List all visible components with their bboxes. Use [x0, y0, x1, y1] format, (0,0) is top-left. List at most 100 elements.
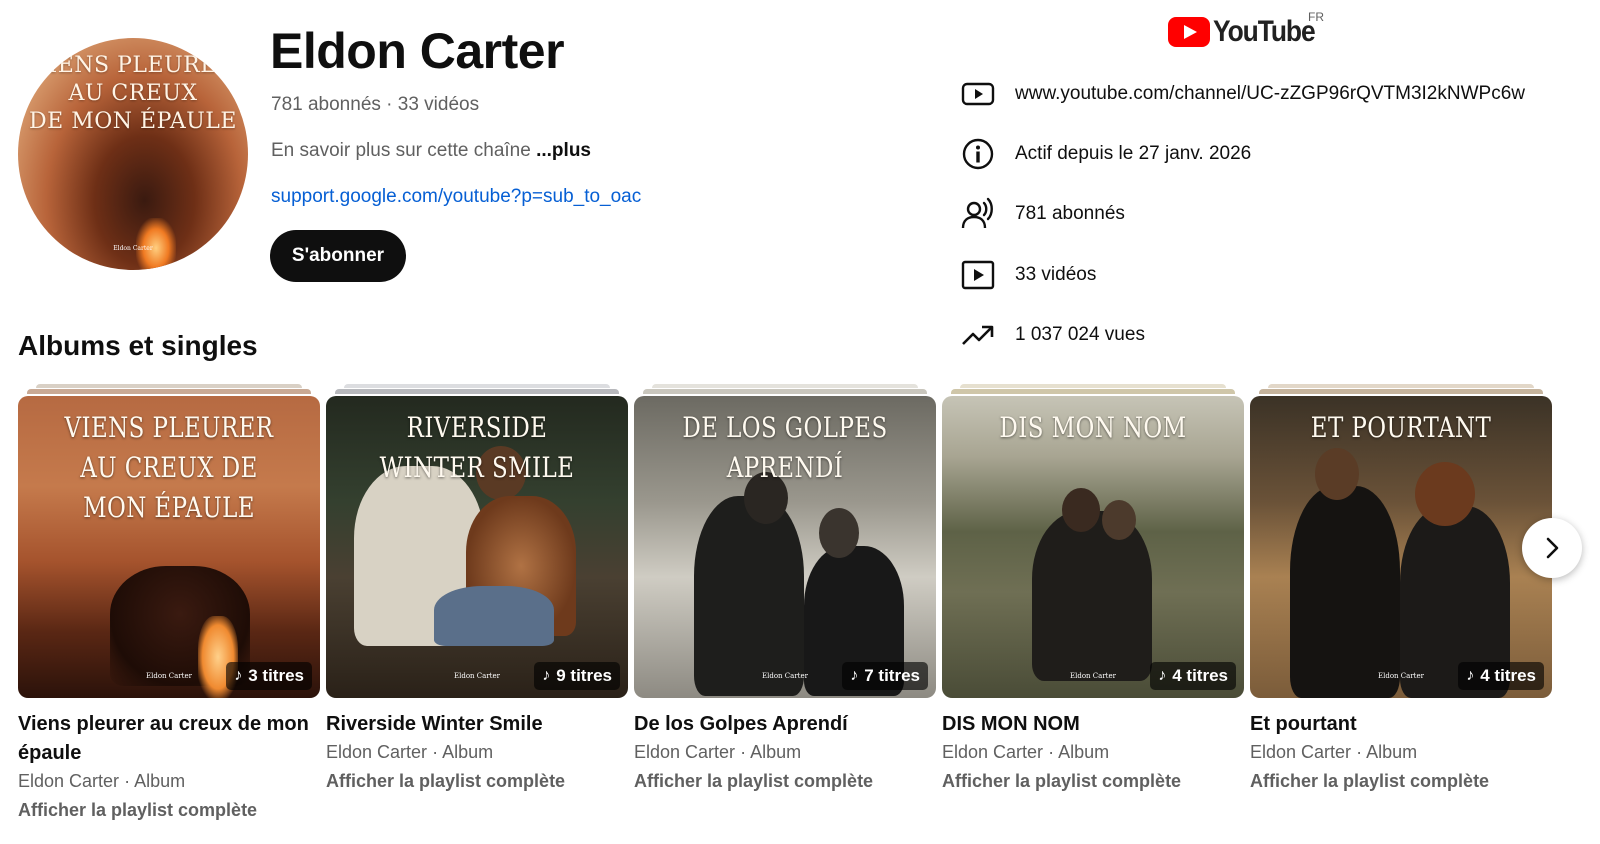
- cover-figure: [1290, 486, 1400, 698]
- info-videos: 33 vidéos: [1015, 264, 1097, 285]
- album-type: Album: [1058, 742, 1110, 762]
- about-more-link[interactable]: ...plus: [536, 140, 591, 161]
- album-artist[interactable]: Eldon Carter: [634, 742, 735, 762]
- info-views: 1 037 024 vues: [1015, 324, 1145, 345]
- playlist-stack-middle: [27, 389, 311, 394]
- info-date: Actif depuis le 27 janv. 2026: [1015, 143, 1252, 164]
- cover-head: [1102, 500, 1136, 540]
- subscribers-icon: [961, 197, 993, 229]
- info-row-url: www.youtube.com/channel/UC-zZGP96rQVTM3I…: [960, 74, 1525, 114]
- track-count: 3 titres: [248, 666, 304, 685]
- album-artist[interactable]: Eldon Carter: [18, 771, 119, 791]
- album-type: Album: [1366, 742, 1418, 762]
- about-text: En savoir plus sur cette chaîne: [271, 140, 537, 161]
- meta-separator: ·: [1356, 742, 1363, 762]
- music-note-icon: ♪: [542, 667, 551, 684]
- track-count: 4 titres: [1480, 666, 1536, 685]
- album-meta: Eldon Carter · Album: [326, 742, 493, 763]
- carousel-next-button[interactable]: [1522, 518, 1582, 578]
- playlist-stack-back: [344, 384, 610, 388]
- trending-icon: [962, 325, 994, 345]
- album-title[interactable]: Et pourtant: [1250, 710, 1552, 739]
- avatar-signature: Eldon Carter: [113, 245, 153, 252]
- meta-separator: ·: [432, 742, 439, 762]
- track-count-badge: ♪ 7 titres: [842, 662, 928, 690]
- album-cover[interactable]: Riverside Winter Smile Eldon Carter ♪ 9 t…: [326, 396, 628, 698]
- music-note-icon: ♪: [234, 667, 243, 684]
- section-title: Albums et singles: [18, 330, 258, 361]
- info-row-views: 1 037 024 vues: [960, 315, 1145, 355]
- subscribe-button[interactable]: S'abonner: [270, 230, 406, 282]
- playlist-stack-back: [1268, 384, 1534, 388]
- track-count: 9 titres: [556, 666, 612, 685]
- music-note-icon: ♪: [850, 667, 859, 684]
- cover-figure: [694, 496, 804, 696]
- channel-external-link[interactable]: support.google.com/youtube?p=sub_to_oac: [271, 186, 641, 208]
- album-title[interactable]: Viens pleurer au creux de mon épaule: [18, 710, 320, 768]
- channel-about[interactable]: En savoir plus sur cette chaîne ...plus: [271, 140, 591, 162]
- cover-figure-jeans: [434, 586, 554, 646]
- cover-title: Riverside Winter Smile: [379, 411, 575, 484]
- cover-head: [1315, 448, 1359, 500]
- info-icon: [962, 138, 994, 170]
- album-meta: Eldon Carter · Album: [942, 742, 1109, 763]
- playlist-stack-middle: [1259, 389, 1543, 394]
- music-note-icon: ♪: [1466, 667, 1475, 684]
- track-count-badge: ♪ 3 titres: [226, 662, 312, 690]
- info-url[interactable]: www.youtube.com/channel/UC-zZGP96rQVTM3I…: [1015, 83, 1525, 105]
- playlist-stack-back: [960, 384, 1226, 388]
- view-playlist-link[interactable]: Afficher la playlist complète: [942, 771, 1181, 792]
- cover-head: [819, 508, 859, 558]
- country-code: FR: [1308, 10, 1324, 24]
- youtube-logo[interactable]: YouTube: [1168, 14, 1328, 50]
- track-count-badge: ♪ 4 titres: [1458, 662, 1544, 690]
- view-playlist-link[interactable]: Afficher la playlist complète: [18, 800, 257, 821]
- info-row-videos: 33 vidéos: [960, 255, 1096, 295]
- avatar-glow: [136, 218, 176, 270]
- cover-title: Viens pleurer au creux de mon épaule: [64, 411, 274, 524]
- album-artist[interactable]: Eldon Carter: [942, 742, 1043, 762]
- info-row-date: Actif depuis le 27 janv. 2026: [960, 134, 1251, 174]
- album-title[interactable]: Riverside Winter Smile: [326, 710, 628, 739]
- playlist-stack-middle: [643, 389, 927, 394]
- album-cover[interactable]: De los Golpes Aprendí Eldon Carter ♪ 7 ti…: [634, 396, 936, 698]
- playlist-stack-middle: [335, 389, 619, 394]
- playlist-stack-back: [652, 384, 918, 388]
- album-cover[interactable]: Et pourtant Eldon Carter ♪ 4 titres: [1250, 396, 1552, 698]
- playlist-stack-back: [36, 384, 302, 388]
- channel-avatar[interactable]: Viens pleurer au creux de mon épaule Eld…: [18, 38, 248, 270]
- channel-meta: 781 abonnés · 33 vidéos: [271, 94, 480, 115]
- album-artist[interactable]: Eldon Carter: [326, 742, 427, 762]
- album-meta: Eldon Carter · Album: [634, 742, 801, 763]
- cover-head: [1415, 462, 1475, 526]
- info-subscribers: 781 abonnés: [1015, 203, 1125, 224]
- chevron-right-icon: [1546, 537, 1559, 559]
- album-cover[interactable]: Viens pleurer au creux de mon épaule Eld…: [18, 396, 320, 698]
- album-type: Album: [750, 742, 802, 762]
- meta-separator: ·: [124, 771, 131, 791]
- track-count-badge: ♪ 4 titres: [1150, 662, 1236, 690]
- view-playlist-link[interactable]: Afficher la playlist complète: [1250, 771, 1489, 792]
- album-cover[interactable]: Dis mon nom Eldon Carter ♪ 4 titres: [942, 396, 1244, 698]
- album-type: Album: [442, 742, 494, 762]
- meta-separator: ·: [1048, 742, 1055, 762]
- cover-title: De los Golpes Aprendí: [682, 411, 888, 484]
- track-count-badge: ♪ 9 titres: [534, 662, 620, 690]
- view-playlist-link[interactable]: Afficher la playlist complète: [326, 771, 565, 792]
- album-title[interactable]: DIS MON NOM: [942, 710, 1244, 739]
- video-link-icon: [961, 82, 995, 106]
- avatar-cover-title: Viens pleurer au creux de mon épaule: [29, 53, 237, 134]
- album-title[interactable]: De los Golpes Aprendí: [634, 710, 936, 739]
- info-row-subscribers: 781 abonnés: [960, 194, 1125, 234]
- youtube-wordmark: YouTube: [1213, 15, 1316, 48]
- play-icon: [961, 260, 995, 290]
- album-meta: Eldon Carter · Album: [1250, 742, 1417, 763]
- meta-separator: ·: [740, 742, 747, 762]
- album-artist[interactable]: Eldon Carter: [1250, 742, 1351, 762]
- view-playlist-link[interactable]: Afficher la playlist complète: [634, 771, 873, 792]
- track-count: 4 titres: [1172, 666, 1228, 685]
- playlist-stack-middle: [951, 389, 1235, 394]
- track-count: 7 titres: [864, 666, 920, 685]
- channel-name: Eldon Carter: [270, 23, 565, 79]
- cover-title: Dis mon nom: [999, 411, 1187, 444]
